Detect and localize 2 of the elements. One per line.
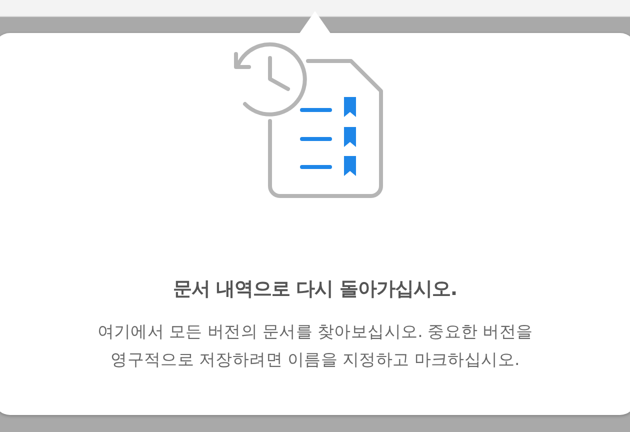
popover-description: 여기에서 모든 버전의 문서를 찾아보십시오. 중요한 버전을 영구적으로 저장하려면 이름을 지정하고 마크하십시오. — [96, 321, 534, 371]
popover-title: 문서 내역으로 다시 돌아가십시오. — [172, 277, 458, 302]
